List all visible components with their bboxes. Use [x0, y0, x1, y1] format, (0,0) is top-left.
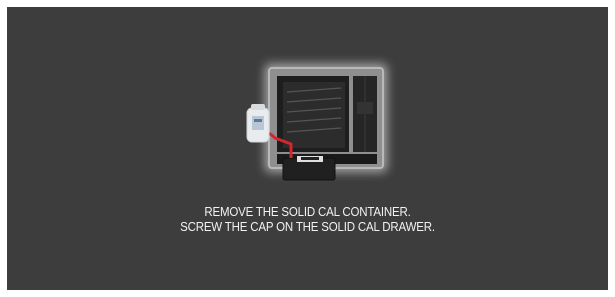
instruction-text: REMOVE THE SOLID CAL CONTAINER. SCREW TH… — [31, 205, 584, 235]
instruction-screen: REMOVE THE SOLID CAL CONTAINER. SCREW TH… — [7, 7, 608, 290]
instruction-line-1: REMOVE THE SOLID CAL CONTAINER. — [204, 205, 411, 219]
instruction-line-2: SCREW THE CAP ON THE SOLID CAL DRAWER. — [180, 220, 435, 234]
oven-solid-cal-container-icon — [246, 64, 387, 181]
